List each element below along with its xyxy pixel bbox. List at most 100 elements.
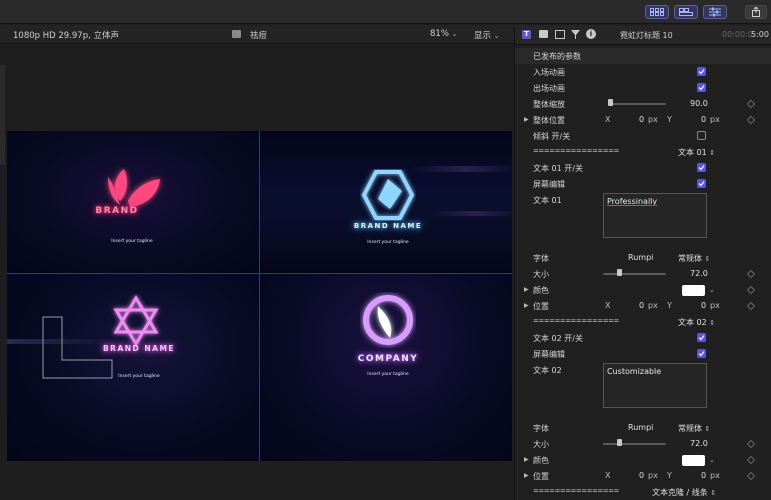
color2-swatch[interactable] [682, 455, 705, 466]
text02-screen-edit-checkbox[interactable] [697, 349, 706, 358]
clone-lines-popup[interactable]: 文本克隆 / 线条 ⇕ [652, 487, 716, 498]
title-tab-icon[interactable]: T [522, 30, 531, 39]
text02-field[interactable]: Customizable [603, 363, 707, 408]
display-menu[interactable]: 显示 ⌄ [474, 29, 500, 41]
chevron-down-icon[interactable]: ⌄ [709, 456, 715, 464]
scrollbar[interactable] [0, 65, 5, 165]
overall-scale-slider[interactable] [610, 103, 666, 105]
popup-value: 文本 01 [678, 148, 707, 157]
size2-slider[interactable] [603, 443, 666, 445]
param-label: 文本 01 [533, 196, 562, 205]
keyframe-icon[interactable] [746, 269, 756, 279]
x-value[interactable]: 0 [639, 301, 644, 310]
chevron-down-icon[interactable]: ⌄ [709, 286, 715, 294]
circle-swirl-logo-icon [363, 295, 413, 345]
pos1-row: ▶ 位置 X 0 px Y 0 px [515, 298, 771, 314]
keyframe-icon[interactable] [746, 301, 756, 311]
y-value[interactable]: 0 [701, 471, 706, 480]
param-label: 倾斜 开/关 [533, 132, 571, 141]
param-value[interactable]: 90.0 [690, 99, 708, 108]
color1-row: ▶ 颜色 ⌄ [515, 282, 771, 298]
outro-anim-row: 出场动画 [515, 80, 771, 96]
intro-anim-row: 入场动画 [515, 64, 771, 80]
hexagon-logo-icon [361, 170, 415, 220]
info-tab-icon[interactable]: i [586, 29, 596, 39]
disclosure-triangle-icon[interactable]: ▶ [524, 456, 529, 463]
timeline-icon[interactable] [674, 5, 698, 19]
x-value[interactable]: 0 [639, 115, 644, 124]
text01-value: Professinally [607, 197, 658, 206]
outro-anim-checkbox[interactable] [697, 83, 706, 92]
clip-title: 祛痘 [250, 31, 268, 41]
tagline-3: Insert your tagline [118, 374, 160, 379]
param-label: 位置 [533, 302, 549, 311]
brand-name-1: BRAND [95, 206, 139, 216]
intro-anim-checkbox[interactable] [697, 67, 706, 76]
filter-tab-icon[interactable] [571, 30, 580, 39]
x-label: X [605, 115, 611, 124]
y-label: Y [667, 115, 672, 124]
keyframe-icon[interactable] [746, 471, 756, 481]
text02-toggle-row: 文本 02 开/关 [515, 330, 771, 346]
text02-section-popup[interactable]: 文本 02 ⇕ [678, 317, 715, 328]
size1-slider[interactable] [603, 273, 666, 275]
text01-toggle-checkbox[interactable] [697, 163, 706, 172]
tagline-4: Insert your tagline [367, 372, 409, 377]
param-label: 文本 02 开/关 [533, 334, 583, 343]
font-style-popup[interactable]: 常规体 ⇕ [678, 423, 710, 434]
x-unit: px [648, 301, 658, 310]
video-canvas[interactable]: BRAND Insert your tagline BRAND NAME Ins… [7, 131, 512, 461]
text02-screen-edit-row: 屏幕编辑 [515, 346, 771, 362]
disclosure-triangle-icon[interactable]: ▶ [524, 302, 529, 309]
pos2-row: ▶ 位置 X 0 px Y 0 px [515, 468, 771, 484]
chevron-updown-icon: ⇕ [710, 489, 717, 497]
y-value[interactable]: 0 [701, 301, 706, 310]
x-unit: px [648, 115, 658, 124]
slider-knob[interactable] [617, 439, 622, 446]
param-label: 字体 [533, 254, 549, 263]
popup-value: 常规体 [678, 424, 702, 433]
brand-name-2: BRAND NAME [353, 222, 423, 230]
param-label: 屏幕编辑 [533, 180, 565, 189]
color1-swatch[interactable] [682, 285, 705, 296]
slider-knob[interactable] [608, 99, 613, 106]
disclosure-triangle-icon[interactable]: ▶ [524, 286, 529, 293]
text01-screen-edit-checkbox[interactable] [697, 179, 706, 188]
y-value[interactable]: 0 [701, 115, 706, 124]
font2-row: 字体 Rumpi 常规体 ⇕ [515, 420, 771, 436]
text02-toggle-checkbox[interactable] [697, 333, 706, 342]
keyframe-icon[interactable] [746, 439, 756, 449]
param-value[interactable]: 72.0 [690, 269, 708, 278]
share-icon[interactable] [745, 5, 767, 19]
disclosure-triangle-icon[interactable]: ▶ [524, 116, 529, 123]
chevron-updown-icon: ⇕ [709, 149, 716, 157]
tilt-checkbox[interactable] [697, 131, 706, 140]
text-tab-icon[interactable] [539, 30, 548, 38]
keyframe-icon[interactable] [746, 455, 756, 465]
disclosure-triangle-icon[interactable]: ▶ [524, 472, 529, 479]
top-toolbar [0, 0, 771, 24]
font-style-popup[interactable]: 常规体 ⇕ [678, 253, 710, 264]
logo-cell-3: BRAND NAME Insert your tagline [7, 274, 259, 461]
video-tab-icon[interactable] [555, 30, 565, 39]
keyframe-icon[interactable] [746, 285, 756, 295]
font-family-popup[interactable]: Rumpi [628, 423, 653, 432]
y-label: Y [667, 471, 672, 480]
inspector-adjust-icon[interactable] [703, 5, 727, 19]
param-label: 位置 [533, 472, 549, 481]
keyframe-icon[interactable] [746, 99, 756, 109]
clone-lines-section-row: ================ 文本克隆 / 线条 ⇕ [515, 484, 771, 500]
grid-divider-horizontal [7, 273, 512, 274]
tagline-2: Insert your tagline [367, 240, 409, 245]
slider-knob[interactable] [617, 269, 622, 276]
text01-section-popup[interactable]: 文本 01 ⇕ [678, 147, 715, 158]
separator-label: ================ [533, 147, 619, 155]
param-value[interactable]: 72.0 [690, 439, 708, 448]
y-unit: px [710, 115, 720, 124]
zoom-menu[interactable]: 81% ⌄ [430, 29, 457, 39]
x-value[interactable]: 0 [639, 471, 644, 480]
layout-icon[interactable] [645, 5, 669, 19]
keyframe-icon[interactable] [746, 115, 756, 125]
font-family-popup[interactable]: Rumpi [628, 253, 653, 262]
text01-field[interactable]: Professinally [603, 193, 707, 238]
